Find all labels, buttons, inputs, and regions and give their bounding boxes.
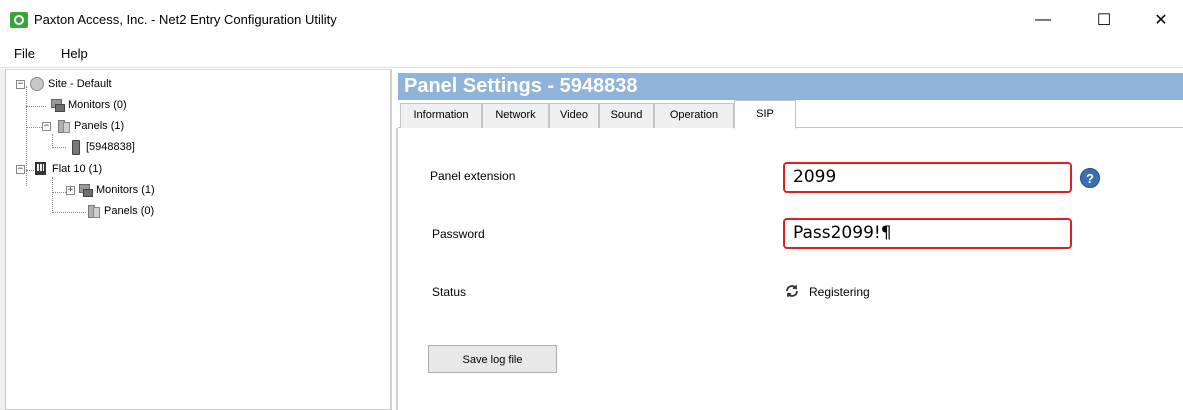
menu-bar: File Help	[0, 40, 1183, 68]
globe-icon	[30, 77, 44, 91]
panels-icon	[86, 204, 100, 218]
tree-connector	[52, 147, 66, 148]
tree-node-label: Panels (1)	[74, 120, 125, 132]
refresh-icon	[783, 283, 801, 301]
tree-node-label: Monitors (0)	[68, 99, 127, 111]
tab-video[interactable]: Video	[549, 103, 599, 128]
tree-connector	[26, 106, 46, 107]
tree-node-label: Panels (0)	[104, 205, 155, 217]
tree-connector	[52, 134, 53, 148]
maximize-button[interactable]: ☐	[1081, 6, 1127, 34]
settings-panel-border	[396, 128, 398, 410]
tree-node-panel-5948838[interactable]: [5948838]	[68, 139, 135, 155]
settings-tabs: Information Network Video Sound Operatio…	[398, 100, 1183, 129]
status-label: Status	[432, 285, 467, 299]
status-value: Registering	[809, 285, 870, 299]
menu-help[interactable]: Help	[61, 46, 88, 61]
help-icon[interactable]: ?	[1080, 168, 1100, 188]
panel-extension-label: Panel extension	[430, 169, 516, 183]
tab-sound[interactable]: Sound	[599, 103, 654, 128]
tree-node-flat-panels[interactable]: Panels (0)	[86, 203, 154, 219]
monitor-icon	[78, 183, 93, 197]
door-panel-icon	[68, 140, 82, 155]
tree-expander-site[interactable]: −	[16, 80, 25, 89]
monitor-icon	[50, 98, 65, 112]
close-button[interactable]: ✕	[1138, 6, 1183, 34]
panel-extension-input[interactable]: 2099	[783, 162, 1072, 193]
tree-expander-flat-monitors[interactable]: +	[66, 186, 75, 195]
tree-node-label: [5948838]	[86, 141, 135, 153]
tree-node-monitors[interactable]: Monitors (0)	[50, 97, 127, 113]
tab-network[interactable]: Network	[482, 103, 549, 128]
tree-connector	[52, 212, 86, 213]
menu-file[interactable]: File	[14, 46, 35, 61]
tree-node-flat-monitors[interactable]: Monitors (1)	[78, 182, 155, 198]
tree-node-label: Site - Default	[48, 78, 112, 90]
panel-settings-title: Panel Settings - 5948838	[398, 73, 1183, 100]
tab-operation[interactable]: Operation	[654, 103, 734, 128]
tree-expander-panels[interactable]: −	[42, 122, 51, 131]
tab-information[interactable]: Information	[400, 103, 482, 128]
save-log-file-button[interactable]: Save log file	[428, 345, 557, 373]
tree-node-label: Flat 10 (1)	[52, 163, 103, 175]
building-icon	[34, 162, 48, 176]
tree-connector	[52, 192, 66, 193]
title-bar: Paxton Access, Inc. - Net2 Entry Configu…	[0, 0, 1183, 40]
tree-node-flat[interactable]: Flat 10 (1)	[34, 161, 102, 177]
tree-node-label: Monitors (1)	[96, 184, 155, 196]
tree-expander-flat[interactable]: −	[16, 165, 25, 174]
tree-connector	[52, 177, 53, 213]
panels-icon	[56, 119, 70, 133]
window-title: Paxton Access, Inc. - Net2 Entry Configu…	[34, 12, 337, 27]
tree-connector	[26, 86, 27, 186]
tab-sip[interactable]: SIP	[734, 100, 796, 129]
site-tree[interactable]: − Site - Default Monitors (0) − Panels (…	[5, 69, 392, 410]
minimize-button[interactable]: —	[1020, 6, 1066, 34]
tree-node-site[interactable]: Site - Default	[30, 76, 112, 92]
paxton-app-icon	[10, 12, 28, 28]
password-label: Password	[432, 227, 485, 241]
password-input[interactable]: Pass2099!¶	[783, 218, 1072, 249]
tree-node-panels[interactable]: Panels (1)	[56, 118, 124, 134]
